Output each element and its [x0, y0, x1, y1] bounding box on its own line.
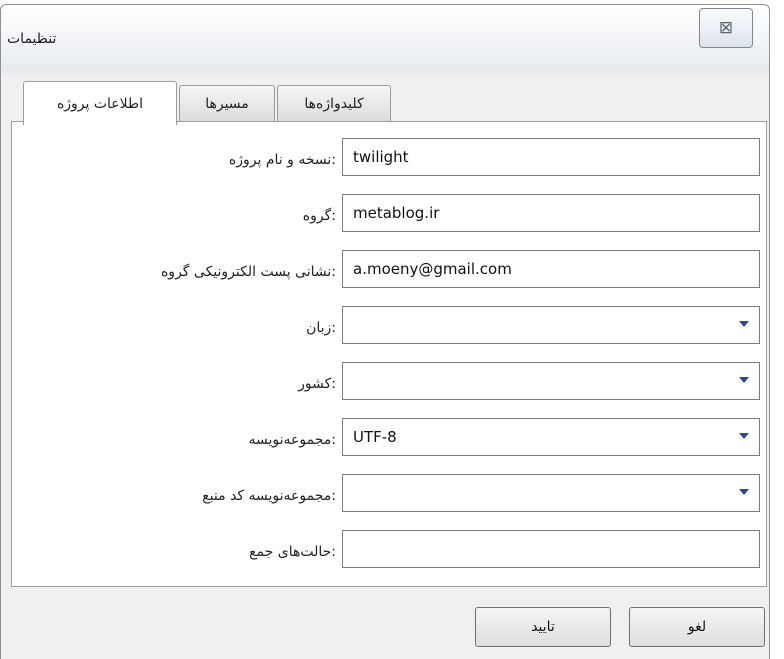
country-label: :کشور: [298, 376, 336, 392]
field-value: twilight: [353, 148, 409, 166]
project-name-label: :نسخه و نام پروژه: [228, 152, 336, 168]
chevron-down-icon: [739, 377, 749, 383]
title-bar[interactable]: تنظیمات ⊠: [1, 5, 769, 73]
group-email-label: :نشانی پست الکترونیکی گروه: [160, 264, 336, 280]
country-select[interactable]: [342, 362, 760, 400]
form-row-charset: :مجموعه‌نویسه UTF-8: [12, 418, 766, 462]
dialog-title: تنظیمات: [7, 31, 57, 47]
tab-keywords[interactable]: کلیدواژه‌ها: [277, 85, 391, 121]
language-select[interactable]: [342, 306, 760, 344]
tab-project-info[interactable]: اطلاعات پروژه: [23, 81, 177, 125]
group-email-input[interactable]: a.moeny@gmail.com: [342, 250, 760, 288]
tab-panel: :نسخه و نام پروژه twilight :گروه metablo…: [11, 121, 767, 587]
form-row-country: :کشور: [12, 362, 766, 406]
tab-label: مسیرها: [205, 95, 249, 112]
group-input[interactable]: metablog.ir: [342, 194, 760, 232]
chevron-down-icon: [739, 321, 749, 327]
tab-label: کلیدواژه‌ها: [304, 95, 364, 112]
group-label: :گروه: [302, 208, 336, 224]
settings-dialog: تنظیمات ⊠ اطلاعات پروژه مسیرها کلیدواژه‌…: [0, 4, 770, 659]
plural-forms-label: :حالت‌های جمع: [249, 544, 336, 560]
form-row-source-charset: :مجموعه‌نویسه کد منبع: [12, 474, 766, 518]
close-button[interactable]: ⊠: [699, 8, 753, 48]
project-name-input[interactable]: twilight: [342, 138, 760, 176]
chevron-down-icon: [739, 489, 749, 495]
source-charset-select[interactable]: [342, 474, 760, 512]
form-row-project-name: :نسخه و نام پروژه twilight: [12, 138, 766, 182]
plural-forms-input[interactable]: [342, 530, 760, 568]
form-row-plural-forms: :حالت‌های جمع: [12, 530, 766, 574]
field-value: a.moeny@gmail.com: [353, 260, 512, 278]
charset-select[interactable]: UTF-8: [342, 418, 760, 456]
charset-label: :مجموعه‌نویسه: [248, 432, 336, 448]
form-row-group-email: :نشانی پست الکترونیکی گروه a.moeny@gmail…: [12, 250, 766, 294]
form-row-language: :زبان: [12, 306, 766, 350]
tab-paths[interactable]: مسیرها: [179, 85, 275, 121]
form-row-group: :گروه metablog.ir: [12, 194, 766, 238]
ok-button[interactable]: تایید: [475, 607, 611, 647]
source-charset-label: :مجموعه‌نویسه کد منبع: [202, 488, 336, 504]
cancel-button[interactable]: لغو: [629, 607, 765, 647]
language-label: :زبان: [306, 320, 336, 336]
tab-label: اطلاعات پروژه: [56, 95, 144, 112]
chevron-down-icon: [739, 433, 749, 439]
field-value: UTF-8: [353, 428, 397, 446]
field-value: metablog.ir: [353, 204, 440, 222]
close-icon: ⊠: [718, 18, 734, 38]
